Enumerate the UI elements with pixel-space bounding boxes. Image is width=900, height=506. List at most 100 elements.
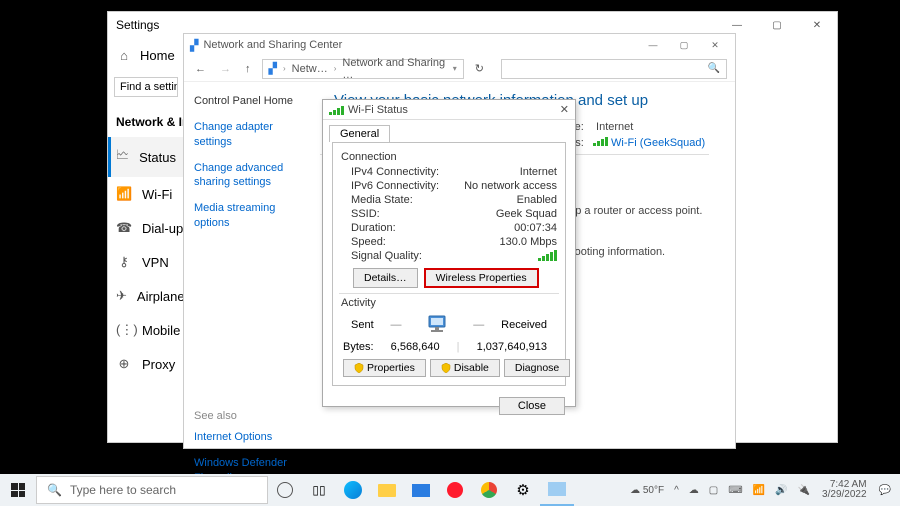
connection-group-label: Connection xyxy=(341,151,557,163)
settings-sidebar: ⌂ Home Find a setting Network & Internet… xyxy=(108,38,185,442)
clock[interactable]: 7:42 AM 3/29/2022 xyxy=(817,480,872,501)
nav-home[interactable]: ⌂ Home xyxy=(108,38,184,73)
proxy-icon: ⊕ xyxy=(116,356,132,372)
close-button[interactable]: ✕ xyxy=(797,12,837,38)
wifi-connection-link[interactable]: Wi-Fi (GeekSquad) xyxy=(611,137,705,149)
ssid-value: Geek Squad xyxy=(496,208,557,220)
ssid-label: SSID: xyxy=(351,208,380,220)
weather-temp: 50°F xyxy=(643,485,664,496)
tab-general[interactable]: General xyxy=(329,125,390,142)
task-view-icon: ▯▯ xyxy=(312,483,325,497)
nav-item-dialup[interactable]: ☎ Dial-up xyxy=(108,211,184,245)
nav-item-airplane[interactable]: ✈ Airplane mode xyxy=(108,279,184,313)
airplane-icon: ✈ xyxy=(116,288,127,304)
media-streaming-link[interactable]: Media streaming options xyxy=(194,201,310,230)
wifi-dialog-title: Wi-Fi Status xyxy=(348,104,408,116)
ncpl-maximize-button[interactable]: ▢ xyxy=(670,36,698,54)
volume-icon[interactable]: 🔊 xyxy=(772,485,790,496)
ncpl-left-panel: Control Panel Home Change adapter settin… xyxy=(184,82,320,448)
troubleshoot-hint-text: shooting information. xyxy=(563,246,665,258)
wifi-close-icon[interactable]: ✕ xyxy=(560,103,569,116)
search-icon: 🔍 xyxy=(708,63,720,74)
ncpl-search-input[interactable]: 🔍 xyxy=(501,59,727,79)
close-button[interactable]: Close xyxy=(499,397,565,415)
ipv4-label: IPv4 Connectivity: xyxy=(351,166,439,178)
edge-button[interactable] xyxy=(336,474,370,506)
chrome-button[interactable] xyxy=(472,474,506,506)
meet-now-icon[interactable]: ▢ xyxy=(706,485,721,496)
weather-widget[interactable]: ☁ 50°F xyxy=(627,485,667,496)
onedrive-icon[interactable]: ☁ xyxy=(686,485,702,496)
control-panel-home-link[interactable]: Control Panel Home xyxy=(194,94,310,108)
speed-label: Speed: xyxy=(351,236,386,248)
details-button[interactable]: Details… xyxy=(353,268,418,288)
chevron-icon: › xyxy=(334,64,337,73)
mail-button[interactable] xyxy=(404,474,438,506)
start-button[interactable] xyxy=(0,474,36,506)
properties-label: Properties xyxy=(367,362,415,374)
explorer-button[interactable] xyxy=(370,474,404,506)
forward-button[interactable]: → xyxy=(217,63,234,75)
tray-chevron-icon[interactable]: ^ xyxy=(671,485,682,496)
nav-section-heading: Network & Internet xyxy=(108,107,184,137)
wifi-tab-content: Connection IPv4 Connectivity:Internet IP… xyxy=(332,142,566,386)
disable-button[interactable]: Disable xyxy=(430,359,500,377)
windows-icon xyxy=(11,483,25,497)
wireless-properties-button[interactable]: Wireless Properties xyxy=(424,268,539,288)
ncpl-minimize-button[interactable]: — xyxy=(639,36,667,54)
diagnose-button[interactable]: Diagnose xyxy=(504,359,570,377)
settings-search-input[interactable]: Find a setting xyxy=(114,77,178,97)
opera-button[interactable] xyxy=(438,474,472,506)
signal-strength-icon xyxy=(538,250,557,261)
cortana-button[interactable] xyxy=(268,474,302,506)
ncpl-close-button[interactable]: ✕ xyxy=(701,36,729,54)
nav-home-label: Home xyxy=(140,48,175,63)
internet-options-link[interactable]: Internet Options xyxy=(194,430,310,444)
chrome-icon xyxy=(481,482,497,498)
chevron-down-icon[interactable]: ▾ xyxy=(453,64,457,73)
change-adapter-link[interactable]: Change adapter settings xyxy=(194,120,310,149)
tray-wifi-icon[interactable]: 📶 xyxy=(750,485,768,496)
taskbar: 🔍 Type here to search ▯▯ ⚙ ☁ 50°F ^ ☁ ▢ … xyxy=(0,474,900,506)
mail-icon xyxy=(412,484,430,497)
notifications-icon[interactable]: 💬 xyxy=(876,485,894,496)
change-sharing-link[interactable]: Change advanced sharing settings xyxy=(194,161,310,190)
system-tray: ☁ 50°F ^ ☁ ▢ ⌨ 📶 🔊 🔌 7:42 AM 3/29/2022 💬 xyxy=(627,480,900,501)
nav-item-vpn[interactable]: ⚷ VPN xyxy=(108,245,184,279)
properties-button[interactable]: Properties xyxy=(343,359,426,377)
signal-label: Signal Quality: xyxy=(351,250,422,262)
settings-taskbar-button[interactable]: ⚙ xyxy=(506,474,540,506)
active-app-button[interactable] xyxy=(540,474,574,506)
up-button[interactable]: ↑ xyxy=(242,63,254,75)
folder-icon xyxy=(378,484,396,497)
breadcrumb[interactable]: ▞ › Netw… › Network and Sharing … ▾ xyxy=(262,59,464,79)
nav-item-wifi[interactable]: 📶 Wi-Fi xyxy=(108,177,184,211)
bytes-recv-value: 1,037,640,913 xyxy=(477,341,547,353)
sent-label: Sent xyxy=(351,319,374,331)
taskbar-search-input[interactable]: 🔍 Type here to search xyxy=(36,476,268,504)
ipv4-value: Internet xyxy=(520,166,557,178)
input-icon[interactable]: ⌨ xyxy=(725,485,745,496)
circle-icon xyxy=(277,482,293,498)
date-text: 3/29/2022 xyxy=(822,490,867,501)
battery-icon[interactable]: 🔌 xyxy=(795,485,813,496)
chevron-icon: › xyxy=(283,64,286,73)
nav-item-label: Mobile hotspot xyxy=(142,323,185,338)
home-icon: ⌂ xyxy=(116,48,132,63)
back-button[interactable]: ← xyxy=(192,63,209,75)
duration-label: Duration: xyxy=(351,222,396,234)
vpn-icon: ⚷ xyxy=(116,254,132,270)
refresh-button[interactable]: ↻ xyxy=(472,62,487,75)
nav-item-label: Status xyxy=(139,150,176,165)
settings-title: Settings xyxy=(116,18,159,32)
maximize-button[interactable]: ▢ xyxy=(757,12,797,38)
breadcrumb-root: Netw… xyxy=(292,63,328,75)
nav-item-hotspot[interactable]: (⋮) Mobile hotspot xyxy=(108,313,184,347)
bytes-label: Bytes: xyxy=(343,341,374,353)
wifi-titlebar: Wi-Fi Status ✕ xyxy=(323,100,575,120)
ncpl-app-icon: ▞ xyxy=(190,39,198,52)
nav-item-status[interactable]: 🗠 Status xyxy=(108,137,184,177)
nav-item-proxy[interactable]: ⊕ Proxy xyxy=(108,347,184,381)
task-view-button[interactable]: ▯▯ xyxy=(302,474,336,506)
gear-icon: ⚙ xyxy=(516,481,529,499)
